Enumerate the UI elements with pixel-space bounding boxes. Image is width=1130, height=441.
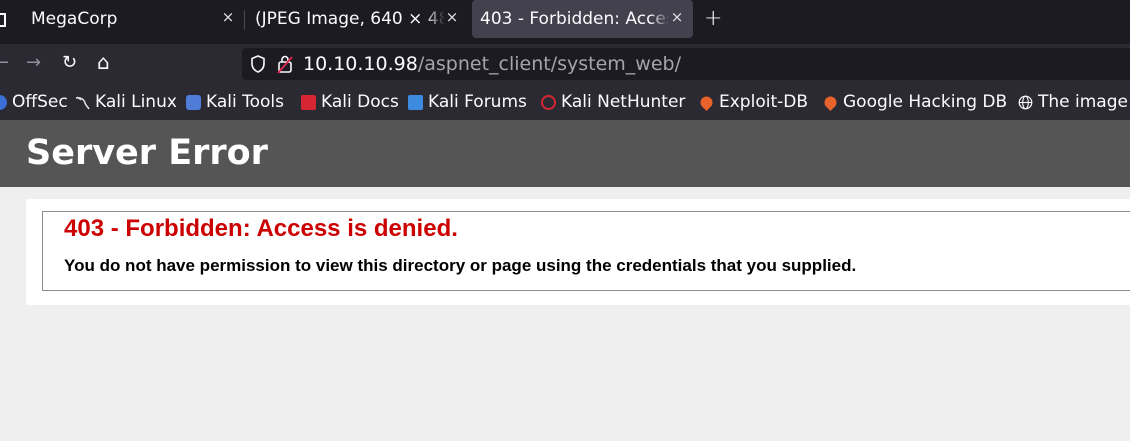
kali-docs-icon [301,94,316,110]
offsec-icon [0,94,7,110]
tab-title: 403 - Forbidden: Access is denied. [480,9,668,29]
close-icon[interactable]: × [669,8,685,26]
close-icon[interactable]: × [220,8,236,26]
close-icon[interactable]: × [444,8,460,26]
bookmark-google-hacking-db[interactable]: Google Hacking DB [822,92,1008,112]
home-button[interactable]: ⌂ [97,50,110,74]
bookmark-label: Google Hacking DB [843,92,1008,112]
new-tab-button[interactable]: + [704,6,722,31]
kali-dragon-icon [75,95,90,110]
bookmark-label: Exploit-DB [719,92,808,112]
bookmark-label: The image [1038,92,1128,112]
kali-nethunter-icon [541,94,556,110]
page-viewport: Server Error 403 - Forbidden: Access is … [0,120,1130,441]
url-text[interactable]: 10.10.10.98/aspnet_client/system_web/ [303,53,681,75]
reload-button[interactable]: ↻ [62,52,77,73]
url-host: 10.10.10.98 [303,53,418,75]
bookmark-offsec[interactable]: OffSec [0,92,68,112]
tab-partial[interactable] [0,0,14,38]
navigation-toolbar: ← → ↻ ⌂ 10.10.10.98/aspnet_client/system… [0,44,1130,84]
url-path: /aspnet_client/system_web/ [417,53,681,75]
ghdb-icon [822,93,839,111]
tab-partial-edge [0,13,6,27]
error-title: 403 - Forbidden: Access is denied. [64,215,458,242]
tab-strip: MegaCorp × (JPEG Image, 640 × 480 × 403 … [0,0,1130,44]
bookmark-label: Kali Forums [428,92,527,112]
bookmark-exploit-db[interactable]: Exploit-DB [698,92,808,112]
bookmark-kali-tools[interactable]: Kali Tools [186,92,284,112]
bookmarks-toolbar: OffSec Kali Linux Kali Tools Kali Docs K… [0,84,1130,120]
tab-megacorp[interactable]: MegaCorp × [16,0,244,38]
bookmark-label: Kali Linux [95,92,177,112]
tracking-shield-icon[interactable] [250,55,266,77]
bookmark-kali-linux[interactable]: Kali Linux [75,92,177,112]
bookmark-label: Kali Tools [206,92,284,112]
back-button[interactable]: ← [0,52,9,73]
exploit-db-icon [698,93,715,111]
url-bar[interactable]: 10.10.10.98/aspnet_client/system_web/ [242,48,1130,80]
tab-title: (JPEG Image, 640 × 480 [255,9,445,29]
tab-title: MegaCorp [31,9,118,29]
tab-jpeg-image[interactable]: (JPEG Image, 640 × 480 × [246,0,468,38]
kali-tools-icon [186,94,201,110]
bookmark-label: Kali NetHunter [561,92,686,112]
tab-403-forbidden[interactable]: 403 - Forbidden: Access is denied. × [472,0,693,38]
error-message: You do not have permission to view this … [64,256,857,275]
tab-divider [244,10,245,30]
forward-button[interactable]: → [26,52,41,73]
globe-icon [1018,95,1033,110]
bookmark-kali-nethunter[interactable]: Kali NetHunter [541,92,685,112]
bookmark-label: Kali Docs [321,92,399,112]
bookmark-kali-docs[interactable]: Kali Docs [301,92,399,112]
kali-forums-icon [408,94,423,110]
error-fieldset: 403 - Forbidden: Access is denied. You d… [42,211,1130,291]
page-header: Server Error [0,120,1130,187]
bookmark-kali-forums[interactable]: Kali Forums [408,92,527,112]
insecure-lock-icon[interactable] [277,54,293,78]
bookmark-the-image[interactable]: The image [1018,92,1128,112]
error-content: 403 - Forbidden: Access is denied. You d… [26,199,1130,305]
page-title: Server Error [26,133,268,173]
bookmark-label: OffSec [12,92,68,112]
